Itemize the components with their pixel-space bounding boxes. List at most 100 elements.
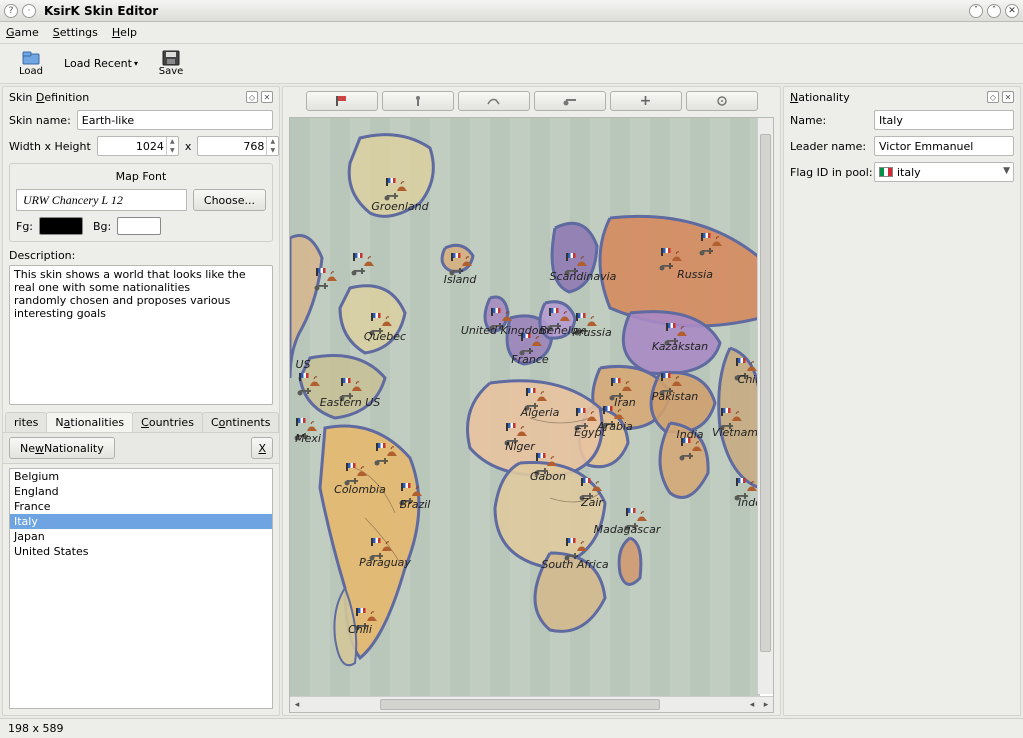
width-height-label: Width x Height xyxy=(9,140,91,153)
leader-label: Leader name: xyxy=(790,140,868,153)
tool-center-button[interactable] xyxy=(686,91,758,111)
svg-text:Island: Island xyxy=(444,273,478,286)
save-icon xyxy=(161,50,181,66)
tab-sprites[interactable]: rites xyxy=(5,412,47,432)
skin-name-label: Skin name: xyxy=(9,114,71,127)
scroll-right-icon: ▸ xyxy=(759,697,773,712)
panel-close-icon[interactable]: ✕ xyxy=(1002,91,1014,103)
skin-definition-panel: Skin Definition ◇ ✕ Skin name: Width x H… xyxy=(2,86,280,716)
minimize-icon[interactable]: ˇ xyxy=(969,4,983,18)
svg-text:Zair: Zair xyxy=(580,496,604,509)
load-icon xyxy=(21,50,41,66)
map-vertical-scrollbar[interactable] xyxy=(757,118,773,694)
panel-detach-icon[interactable]: ◇ xyxy=(987,91,999,103)
tool-infantry-button[interactable] xyxy=(382,91,454,111)
status-coordinates: 198 x 589 xyxy=(8,722,64,735)
svg-text:Vietnam: Vietnam xyxy=(712,426,758,439)
description-label: Description: xyxy=(9,249,273,262)
svg-text:Colombia: Colombia xyxy=(334,483,386,496)
svg-text:Prussia: Prussia xyxy=(572,326,612,339)
svg-text:Niger: Niger xyxy=(505,440,536,453)
font-sample: URW Chancery L 12 xyxy=(16,189,187,211)
map-font-group: Map Font URW Chancery L 12 Choose... Fg:… xyxy=(9,163,273,242)
nationality-list[interactable]: BelgiumEnglandFranceItalyJapanUnited Sta… xyxy=(9,468,273,709)
svg-text:South Africa: South Africa xyxy=(541,558,608,571)
menu-help[interactable]: Help xyxy=(112,26,137,39)
chevron-down-icon: ▼ xyxy=(1003,166,1010,176)
panel-detach-icon[interactable]: ◇ xyxy=(246,91,258,103)
app-icon: · xyxy=(22,4,36,18)
skin-name-input[interactable] xyxy=(77,110,273,130)
map-panel: + xyxy=(282,86,781,716)
name-label: Name: xyxy=(790,114,868,127)
leader-name-input[interactable] xyxy=(874,136,1014,156)
panel-close-icon[interactable]: ✕ xyxy=(261,91,273,103)
svg-text:Kazakstan: Kazakstan xyxy=(652,340,708,353)
close-icon[interactable]: ✕ xyxy=(1005,4,1019,18)
list-item[interactable]: United States xyxy=(10,544,272,559)
svg-text:India: India xyxy=(677,428,704,441)
tool-cannon-button[interactable] xyxy=(534,91,606,111)
chevron-down-icon: ▾ xyxy=(134,59,138,68)
description-textarea[interactable]: This skin shows a world that looks like … xyxy=(9,265,273,405)
x-label: x xyxy=(185,140,192,153)
svg-text:Gabon: Gabon xyxy=(530,470,566,483)
map-viewport[interactable]: Groenland Island Quebec Eastern US US Me… xyxy=(289,117,774,713)
delete-nationality-button[interactable]: X xyxy=(251,437,273,459)
tool-flag-button[interactable] xyxy=(306,91,378,111)
new-nationality-button[interactable]: New Nationality xyxy=(9,437,115,459)
choose-font-button[interactable]: Choose... xyxy=(193,189,266,211)
window-title: KsirK Skin Editor xyxy=(44,4,158,18)
bg-color-button[interactable] xyxy=(117,217,161,235)
tab-continents[interactable]: Continents xyxy=(202,412,280,432)
bg-label: Bg: xyxy=(93,220,111,233)
tool-cavalry-button[interactable] xyxy=(458,91,530,111)
svg-text:US: US xyxy=(295,358,310,371)
svg-text:Madagascar: Madagascar xyxy=(594,523,662,536)
italy-flag-icon xyxy=(879,167,893,177)
load-recent-button[interactable]: Load Recent▾ xyxy=(62,46,140,82)
flag-id-label: Flag ID in pool: xyxy=(790,166,868,179)
tab-nationalities[interactable]: Nationalities xyxy=(46,412,133,432)
svg-text:Arabia: Arabia xyxy=(596,420,633,433)
load-button[interactable]: Load xyxy=(6,46,56,82)
tool-anchor-button[interactable]: + xyxy=(610,91,682,111)
help-icon[interactable]: ? xyxy=(4,4,18,18)
svg-text:Pakistan: Pakistan xyxy=(652,390,699,403)
panel-title: Skin Definition xyxy=(9,91,243,104)
maximize-icon[interactable]: ˆ xyxy=(987,4,1001,18)
svg-text:Mexi: Mexi xyxy=(295,432,321,445)
window-titlebar: ? · KsirK Skin Editor ˇ ˆ ✕ xyxy=(0,0,1023,22)
menu-settings[interactable]: Settings xyxy=(53,26,98,39)
list-item[interactable]: Belgium xyxy=(10,469,272,484)
tab-countries[interactable]: Countries xyxy=(132,412,203,432)
flag-id-select[interactable]: italy xyxy=(874,162,1014,182)
svg-text:Chili: Chili xyxy=(348,623,372,636)
list-item[interactable]: France xyxy=(10,499,272,514)
panel-title: Nationality xyxy=(790,91,984,104)
height-spinner[interactable]: ▲▼ xyxy=(266,137,278,155)
svg-text:Quebec: Quebec xyxy=(364,330,406,343)
scroll-left-icon: ◂ xyxy=(290,697,304,712)
svg-text:United Kingdom: United Kingdom xyxy=(461,324,549,337)
scroll-left2-icon: ◂ xyxy=(745,697,759,712)
svg-text:France: France xyxy=(511,353,549,366)
save-button[interactable]: Save xyxy=(146,46,196,82)
nationality-panel: Nationality ◇ ✕ Name: Leader name: Flag … xyxy=(783,86,1021,716)
nationality-name-input[interactable] xyxy=(874,110,1014,130)
map-horizontal-scrollbar[interactable]: ◂ ◂ ▸ xyxy=(290,696,773,712)
menu-game[interactable]: Game xyxy=(6,26,39,39)
menubar: Game Settings Help xyxy=(0,22,1023,44)
svg-text:Groenland: Groenland xyxy=(371,200,429,213)
fg-color-button[interactable] xyxy=(39,217,83,235)
svg-text:Brazil: Brazil xyxy=(400,498,431,511)
map-font-title: Map Font xyxy=(16,170,266,183)
list-item[interactable]: Italy xyxy=(10,514,272,529)
list-item[interactable]: Japan xyxy=(10,529,272,544)
width-spinner[interactable]: ▲▼ xyxy=(166,137,178,155)
fg-label: Fg: xyxy=(16,220,33,233)
map-toolbar: + xyxy=(283,87,780,115)
status-bar: 198 x 589 xyxy=(0,718,1023,738)
svg-text:Iran: Iran xyxy=(614,396,636,409)
list-item[interactable]: England xyxy=(10,484,272,499)
